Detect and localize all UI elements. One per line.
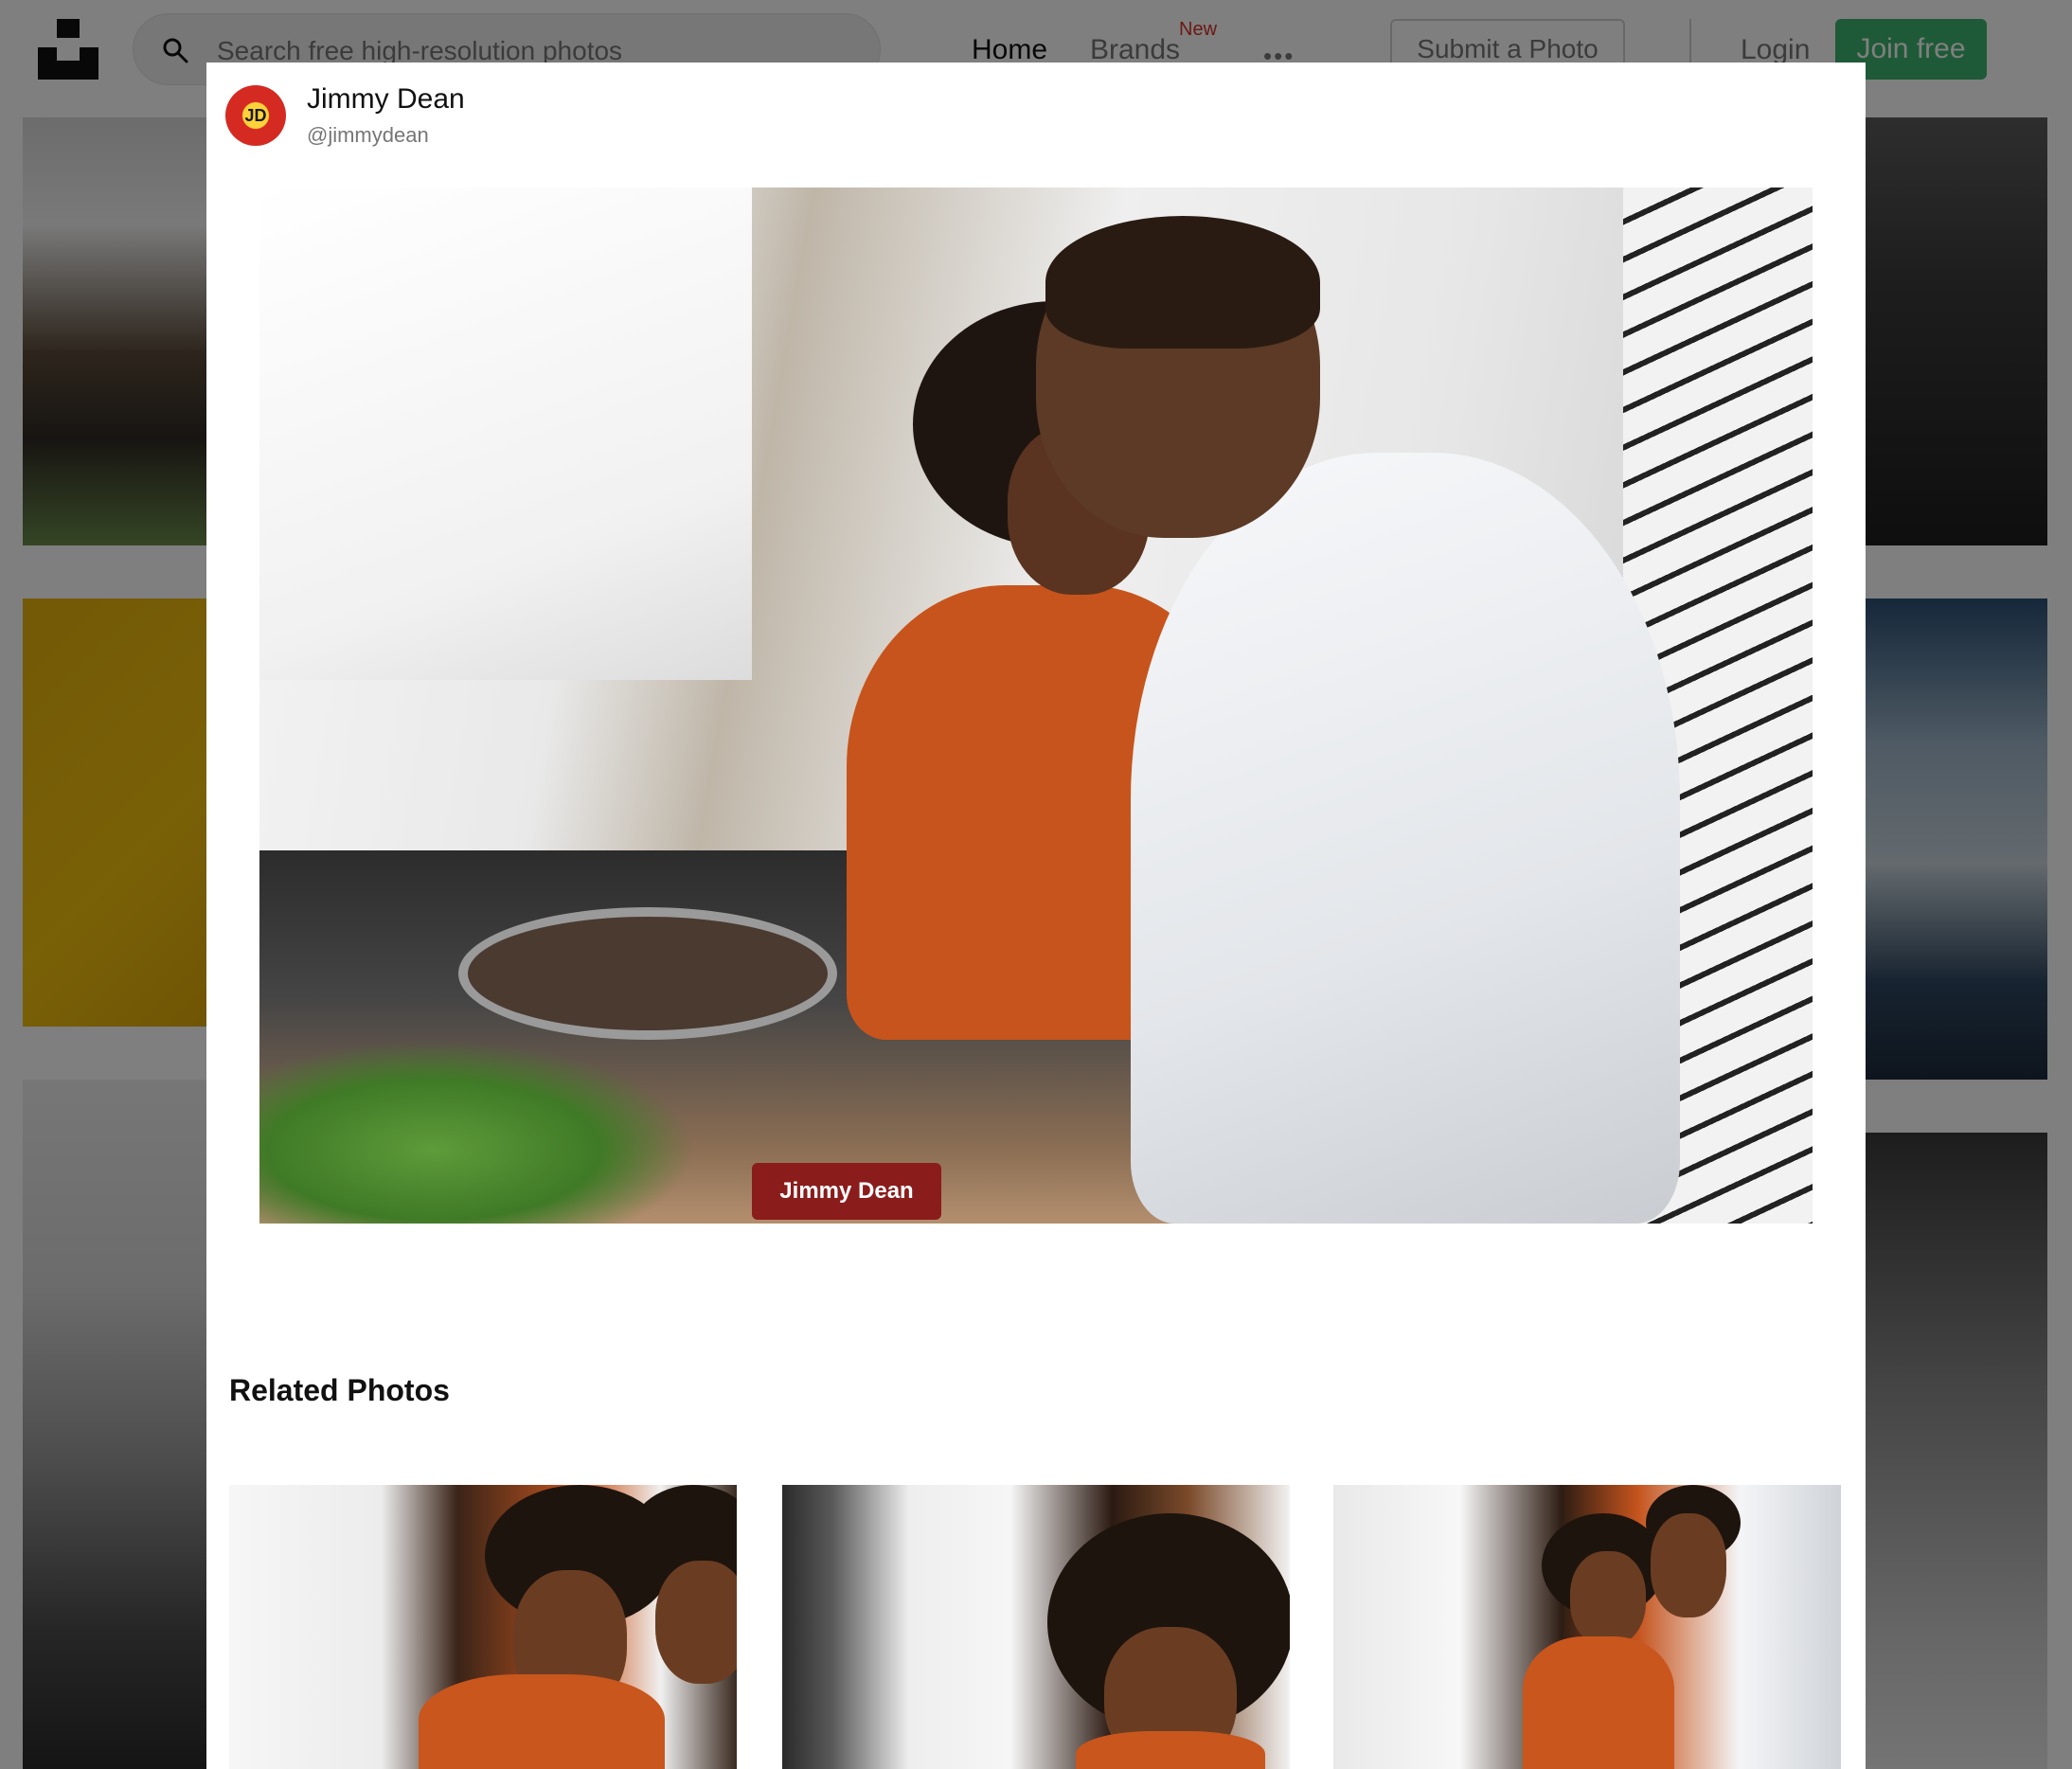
photo-modal: JD Jimmy Dean @jimmydean Jimmy Dean Rela…	[206, 63, 1866, 1769]
related-photos-heading: Related Photos	[229, 1373, 450, 1407]
package-label: Jimmy Dean	[779, 1178, 914, 1204]
related-photo[interactable]	[1333, 1485, 1841, 1769]
related-photo[interactable]	[229, 1485, 737, 1769]
related-photo[interactable]	[782, 1485, 1290, 1769]
author-avatar[interactable]: JD	[225, 85, 286, 146]
main-photo[interactable]: Jimmy Dean	[259, 188, 1813, 1224]
avatar-monogram: JD	[244, 105, 267, 125]
author-handle[interactable]: @jimmydean	[307, 123, 429, 148]
author-name[interactable]: Jimmy Dean	[307, 83, 465, 116]
product-package: Jimmy Dean	[752, 1163, 941, 1220]
